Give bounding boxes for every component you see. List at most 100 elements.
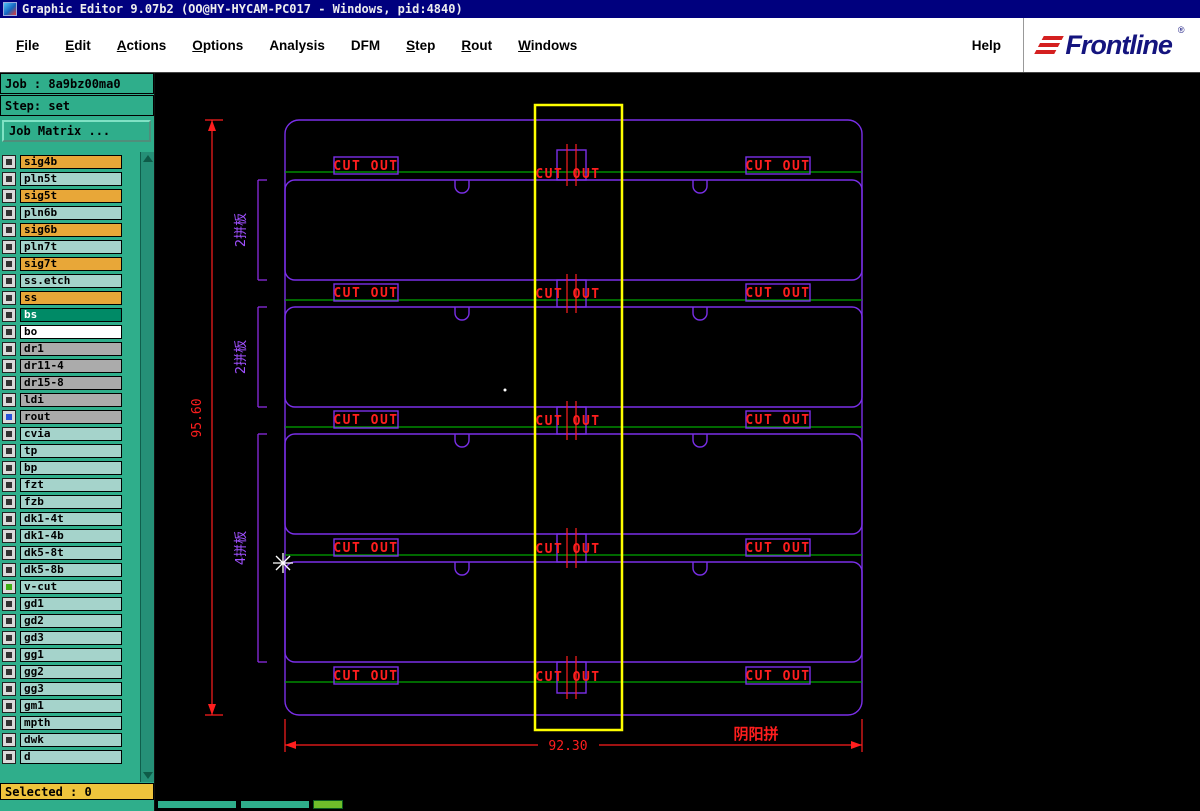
layer-name-label[interactable]: dk5-8b	[20, 562, 122, 577]
layer-name-label[interactable]: dwk	[20, 732, 122, 747]
layer-name-label[interactable]: bo	[20, 324, 122, 339]
layer-row[interactable]: cvia	[2, 425, 122, 442]
layer-row[interactable]: sig6b	[2, 221, 122, 238]
layer-row[interactable]: ss.etch	[2, 272, 122, 289]
layer-row[interactable]: d	[2, 748, 122, 765]
layer-name-label[interactable]: mpth	[20, 715, 122, 730]
layer-visibility-checkbox[interactable]	[2, 562, 16, 577]
layer-row[interactable]: pln5t	[2, 170, 122, 187]
layer-row[interactable]: fzb	[2, 493, 122, 510]
scroll-up-icon[interactable]	[142, 155, 153, 162]
layer-row[interactable]: ss	[2, 289, 122, 306]
layer-name-label[interactable]: tp	[20, 443, 122, 458]
layer-row[interactable]: ldi	[2, 391, 122, 408]
layer-visibility-checkbox[interactable]	[2, 477, 16, 492]
layer-name-label[interactable]: rout	[20, 409, 122, 424]
layer-row[interactable]: dk5-8b	[2, 561, 122, 578]
layer-visibility-checkbox[interactable]	[2, 732, 16, 747]
layer-name-label[interactable]: dr11-4	[20, 358, 122, 373]
layer-visibility-checkbox[interactable]	[2, 630, 16, 645]
layer-scrollbar[interactable]	[140, 152, 154, 782]
layer-visibility-checkbox[interactable]	[2, 341, 16, 356]
title-bar[interactable]: Graphic Editor 9.07b2 (OO@HY-HYCAM-PC017…	[0, 0, 1200, 18]
layer-visibility-checkbox[interactable]	[2, 698, 16, 713]
layer-row[interactable]: dr15-8	[2, 374, 122, 391]
layer-name-label[interactable]: gg1	[20, 647, 122, 662]
layer-row[interactable]: gm1	[2, 697, 122, 714]
layer-visibility-checkbox[interactable]	[2, 358, 16, 373]
layer-row[interactable]: dk5-8t	[2, 544, 122, 561]
layer-name-label[interactable]: v-cut	[20, 579, 122, 594]
layer-row[interactable]: sig7t	[2, 255, 122, 272]
layer-row[interactable]: bp	[2, 459, 122, 476]
menu-item[interactable]: Actions	[117, 38, 167, 53]
layer-row[interactable]: gd3	[2, 629, 122, 646]
layer-visibility-checkbox[interactable]	[2, 494, 16, 509]
layer-row[interactable]: fzt	[2, 476, 122, 493]
layer-name-label[interactable]: ss	[20, 290, 122, 305]
layer-row[interactable]: v-cut	[2, 578, 122, 595]
layer-visibility-checkbox[interactable]	[2, 426, 16, 441]
layer-row[interactable]: sig4b	[2, 153, 122, 170]
layer-name-label[interactable]: gd2	[20, 613, 122, 628]
layer-row[interactable]: rout	[2, 408, 122, 425]
layer-visibility-checkbox[interactable]	[2, 154, 16, 169]
layer-visibility-checkbox[interactable]	[2, 528, 16, 543]
layer-visibility-checkbox[interactable]	[2, 613, 16, 628]
layer-row[interactable]: pln6b	[2, 204, 122, 221]
layer-name-label[interactable]: dk1-4b	[20, 528, 122, 543]
layer-visibility-checkbox[interactable]	[2, 171, 16, 186]
layer-visibility-checkbox[interactable]	[2, 715, 16, 730]
layer-row[interactable]: bo	[2, 323, 122, 340]
menu-item[interactable]: Options	[192, 38, 243, 53]
layer-name-label[interactable]: cvia	[20, 426, 122, 441]
menu-item[interactable]: Edit	[65, 38, 91, 53]
layer-row[interactable]: tp	[2, 442, 122, 459]
layer-row[interactable]: dr1	[2, 340, 122, 357]
layer-visibility-checkbox[interactable]	[2, 307, 16, 322]
layer-name-label[interactable]: gd1	[20, 596, 122, 611]
layer-name-label[interactable]: dk1-4t	[20, 511, 122, 526]
layer-name-label[interactable]: fzb	[20, 494, 122, 509]
layer-visibility-checkbox[interactable]	[2, 460, 16, 475]
layer-row[interactable]: dr11-4	[2, 357, 122, 374]
layer-row[interactable]: sig5t	[2, 187, 122, 204]
layer-visibility-checkbox[interactable]	[2, 681, 16, 696]
layer-visibility-checkbox[interactable]	[2, 409, 16, 424]
layer-name-label[interactable]: dr15-8	[20, 375, 122, 390]
layer-name-label[interactable]: ldi	[20, 392, 122, 407]
layer-visibility-checkbox[interactable]	[2, 579, 16, 594]
layer-row[interactable]: dwk	[2, 731, 122, 748]
menu-item[interactable]: Windows	[518, 38, 577, 53]
layer-name-label[interactable]: ss.etch	[20, 273, 122, 288]
layer-name-label[interactable]: gm1	[20, 698, 122, 713]
layer-visibility-checkbox[interactable]	[2, 324, 16, 339]
layer-row[interactable]: gg1	[2, 646, 122, 663]
layer-visibility-checkbox[interactable]	[2, 239, 16, 254]
layer-visibility-checkbox[interactable]	[2, 188, 16, 203]
layer-visibility-checkbox[interactable]	[2, 222, 16, 237]
layer-name-label[interactable]: dk5-8t	[20, 545, 122, 560]
layer-row[interactable]: dk1-4t	[2, 510, 122, 527]
layer-name-label[interactable]: gg2	[20, 664, 122, 679]
layer-name-label[interactable]: sig7t	[20, 256, 122, 271]
layer-visibility-checkbox[interactable]	[2, 749, 16, 764]
layer-row[interactable]: gg2	[2, 663, 122, 680]
layer-visibility-checkbox[interactable]	[2, 545, 16, 560]
layer-name-label[interactable]: fzt	[20, 477, 122, 492]
menu-item[interactable]: File	[16, 38, 39, 53]
layer-visibility-checkbox[interactable]	[2, 596, 16, 611]
menu-item-help[interactable]: Help	[972, 38, 1001, 53]
layer-row[interactable]: bs	[2, 306, 122, 323]
layer-row[interactable]: gd1	[2, 595, 122, 612]
layer-visibility-checkbox[interactable]	[2, 273, 16, 288]
layer-row[interactable]: pln7t	[2, 238, 122, 255]
scroll-down-icon[interactable]	[142, 772, 153, 779]
layer-visibility-checkbox[interactable]	[2, 647, 16, 662]
menu-item[interactable]: DFM	[351, 38, 380, 53]
menu-item[interactable]: Analysis	[269, 38, 325, 53]
menu-item[interactable]: Step	[406, 38, 435, 53]
main-canvas[interactable]: CUT OUT CUT OUT CUT OUT CUT OUT CUT OUT …	[155, 73, 1200, 811]
layer-row[interactable]: gg3	[2, 680, 122, 697]
layer-row[interactable]: dk1-4b	[2, 527, 122, 544]
